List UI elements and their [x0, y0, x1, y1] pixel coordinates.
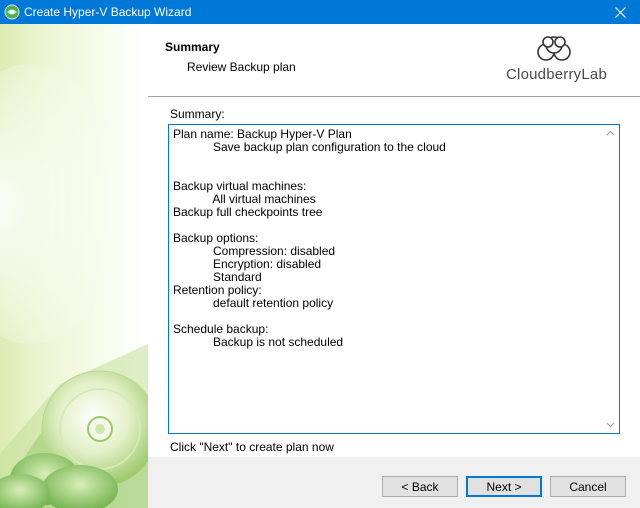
summary-line: Save backup plan configuration to the cl… [173, 140, 446, 154]
close-icon [614, 6, 626, 18]
title-bar: Create Hyper-V Backup Wizard [0, 0, 640, 24]
wizard-content: Summary: Plan name: Backup Hyper-V Plan … [148, 97, 640, 457]
window-title: Create Hyper-V Backup Wizard [24, 5, 192, 19]
summary-scrollbar[interactable] [602, 125, 619, 433]
back-button[interactable]: < Back [382, 476, 458, 497]
globe-app-icon [4, 4, 20, 20]
page-subtitle: Review Backup plan [187, 60, 296, 74]
wizard-footer: < Back Next > Cancel [148, 457, 640, 508]
wizard-header: Summary Review Backup plan CloudberryLab [148, 24, 640, 96]
scroll-down-icon[interactable] [606, 420, 615, 429]
logo-text: CloudberryLab [506, 66, 607, 83]
cancel-button[interactable]: Cancel [550, 476, 626, 497]
cloudberry-logo: CloudberryLab [506, 34, 607, 88]
scroll-up-icon[interactable] [606, 129, 615, 138]
summary-text: Plan name: Backup Hyper-V Plan Save back… [173, 128, 599, 349]
instruction-text: Click "Next" to create plan now [170, 440, 334, 454]
summary-line: default retention policy [173, 296, 334, 310]
summary-textbox[interactable]: Plan name: Backup Hyper-V Plan Save back… [168, 124, 620, 434]
page-title: Summary [165, 40, 220, 54]
summary-line [173, 154, 599, 167]
backup-disc-graphic [0, 64, 148, 508]
cloud-logo-icon [537, 36, 571, 61]
next-button[interactable]: Next > [466, 476, 542, 497]
close-button[interactable] [600, 0, 640, 24]
summary-label: Summary: [170, 107, 225, 121]
summary-line: Backup is not scheduled [173, 335, 344, 349]
summary-line: Backup full checkpoints tree [173, 205, 323, 219]
wizard-side-banner [0, 24, 148, 508]
